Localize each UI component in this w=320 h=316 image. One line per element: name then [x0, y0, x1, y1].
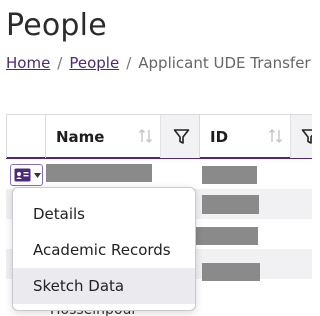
breadcrumb-people-link[interactable]: People	[69, 54, 119, 72]
menu-item-details[interactable]: Details	[13, 196, 195, 232]
redacted-id	[202, 195, 259, 214]
redacted-id	[196, 227, 258, 245]
table-row[interactable]	[6, 159, 312, 189]
breadcrumb-current: Applicant UDE Transfer	[138, 54, 311, 72]
breadcrumb-separator: /	[57, 54, 63, 72]
name-column-label: Name	[56, 128, 105, 146]
menu-item-sketch-data[interactable]: Sketch Data	[13, 268, 195, 304]
filter-icon	[301, 129, 312, 144]
id-filter-button[interactable]	[290, 115, 312, 158]
breadcrumb-separator: /	[126, 54, 132, 72]
menu-item-academic-records[interactable]: Academic Records	[13, 232, 195, 268]
redacted-name	[46, 164, 152, 182]
id-column-header[interactable]: ID	[200, 115, 290, 158]
breadcrumb: Home / People / Applicant UDE Transfer	[6, 54, 311, 72]
sort-icon[interactable]	[138, 127, 154, 145]
redacted-id	[202, 263, 260, 281]
page-title: People	[6, 8, 107, 43]
select-column-header	[6, 115, 46, 158]
filter-icon	[173, 129, 190, 144]
row-action-menu-button[interactable]	[10, 164, 43, 186]
sort-icon[interactable]	[268, 127, 284, 145]
id-column-label: ID	[210, 128, 229, 146]
redacted-id	[202, 166, 257, 184]
grid-header: Name ID	[6, 114, 312, 159]
name-column-header[interactable]: Name	[46, 115, 160, 158]
name-filter-button[interactable]	[160, 115, 200, 158]
id-card-icon	[14, 168, 31, 182]
caret-down-icon	[34, 173, 41, 178]
breadcrumb-home-link[interactable]: Home	[6, 54, 50, 72]
row-action-dropdown: Details Academic Records Sketch Data	[12, 187, 196, 311]
